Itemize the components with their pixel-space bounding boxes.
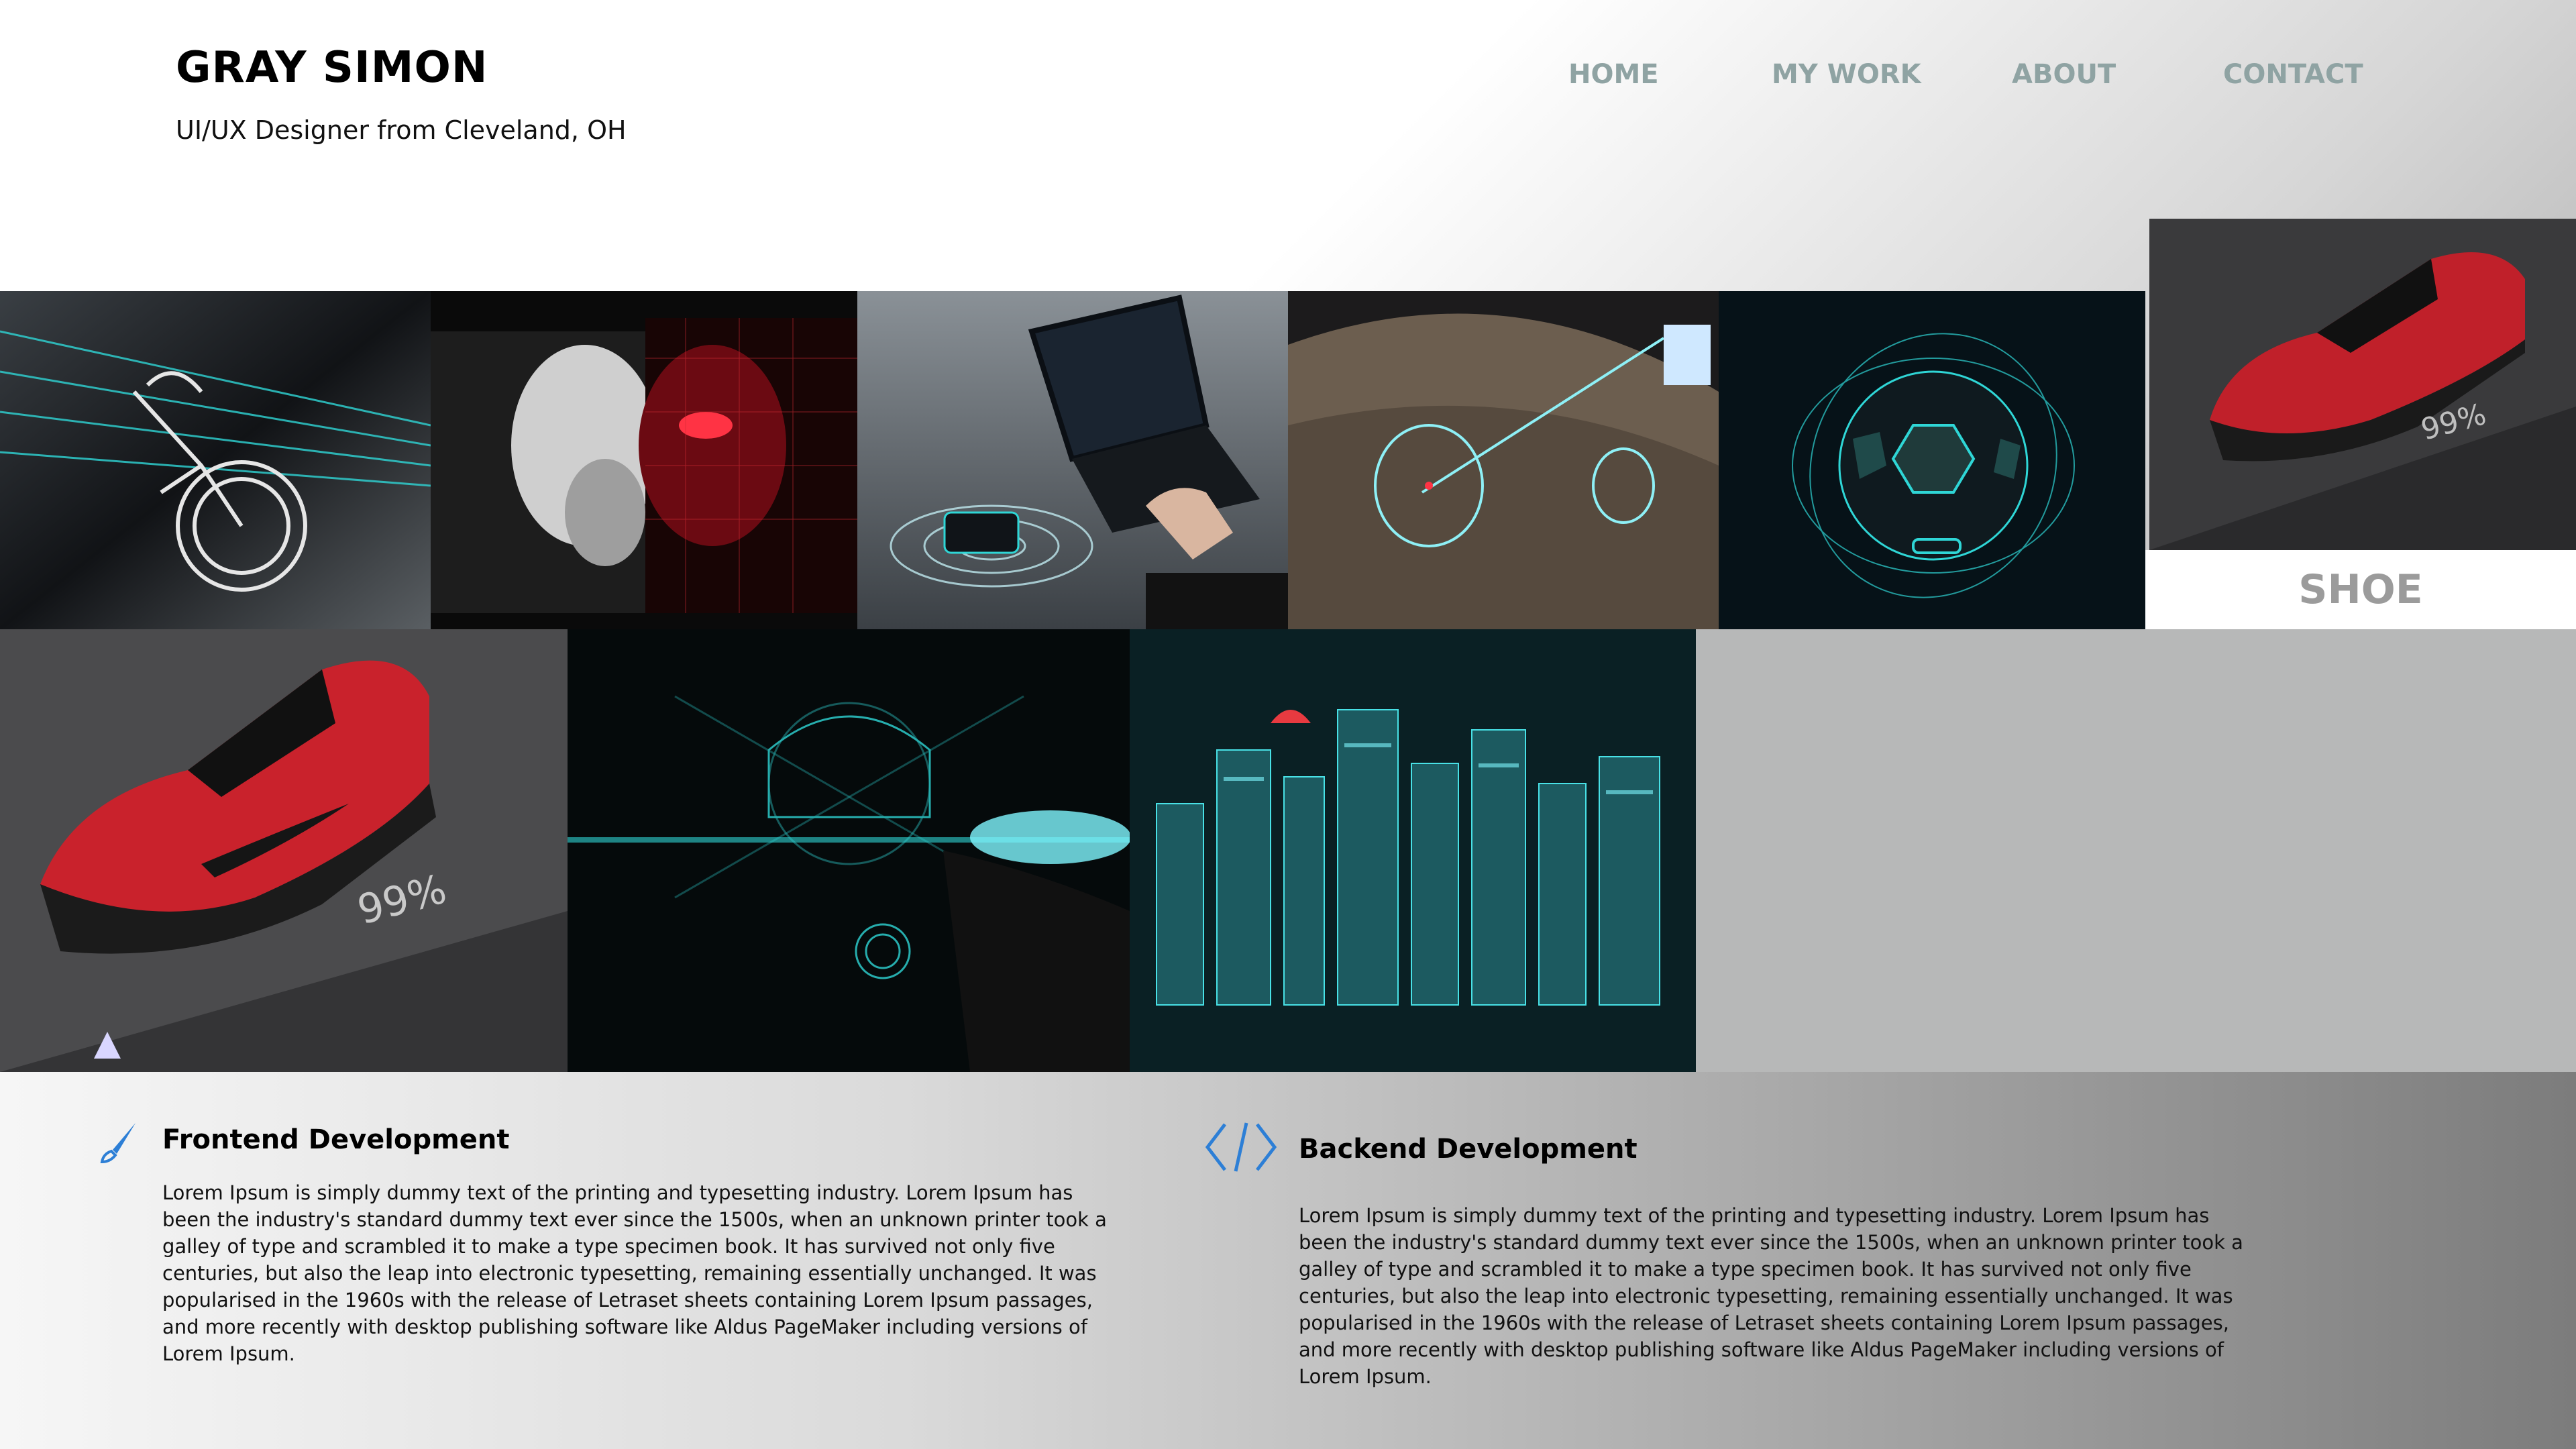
frontend-title: Frontend Development [162, 1124, 510, 1155]
shoe-large-image: 99% [0, 629, 568, 1072]
bike-hologram-image [0, 291, 431, 629]
gallery-empty-space [1696, 629, 2576, 1072]
globe-hud-image [1288, 291, 1719, 629]
laptop-hologram-image [857, 291, 1288, 629]
code-icon [1205, 1122, 1277, 1172]
gallery-tile-helmet[interactable] [568, 629, 1130, 1072]
nav-home[interactable]: HOME [1568, 59, 1659, 90]
gallery-tile-globe[interactable] [1288, 291, 1719, 629]
hexagon-sphere-image [1719, 291, 2145, 629]
services-section: Frontend Development Lorem Ipsum is simp… [0, 1072, 2576, 1449]
shoe-caption-box[interactable]: SHOE [2145, 550, 2576, 629]
gallery-tile-city[interactable] [1130, 629, 1696, 1072]
gallery-tile-bike[interactable] [0, 291, 431, 629]
brush-icon [100, 1123, 136, 1164]
gallery-tile-shoe-large[interactable]: 99% [0, 629, 568, 1072]
shoe-caption: SHOE [2298, 566, 2423, 613]
gallery-tile-shoe-thumb[interactable]: 99% [2149, 219, 2576, 550]
face-scan-image [431, 291, 857, 629]
site-subtitle: UI/UX Designer from Cleveland, OH [176, 115, 627, 145]
helmet-hud-image [568, 629, 1130, 1072]
site-title[interactable]: GRAY SIMON [176, 43, 488, 93]
nav-contact[interactable]: CONTACT [2223, 59, 2363, 90]
backend-description: Lorem Ipsum is simply dummy text of the … [1299, 1204, 2243, 1388]
gallery-tile-laptop[interactable] [857, 291, 1288, 629]
nav-about[interactable]: ABOUT [2012, 59, 2116, 90]
backend-title: Backend Development [1299, 1134, 1638, 1165]
gallery-tile-face[interactable] [431, 291, 857, 629]
shoe-thumbnail-image: 99% [2149, 219, 2576, 550]
city-hologram-image [1130, 629, 1696, 1072]
nav-my-work[interactable]: MY WORK [1772, 59, 1921, 90]
frontend-description: Lorem Ipsum is simply dummy text of the … [162, 1181, 1107, 1365]
gallery-tile-sphere[interactable] [1719, 291, 2145, 629]
